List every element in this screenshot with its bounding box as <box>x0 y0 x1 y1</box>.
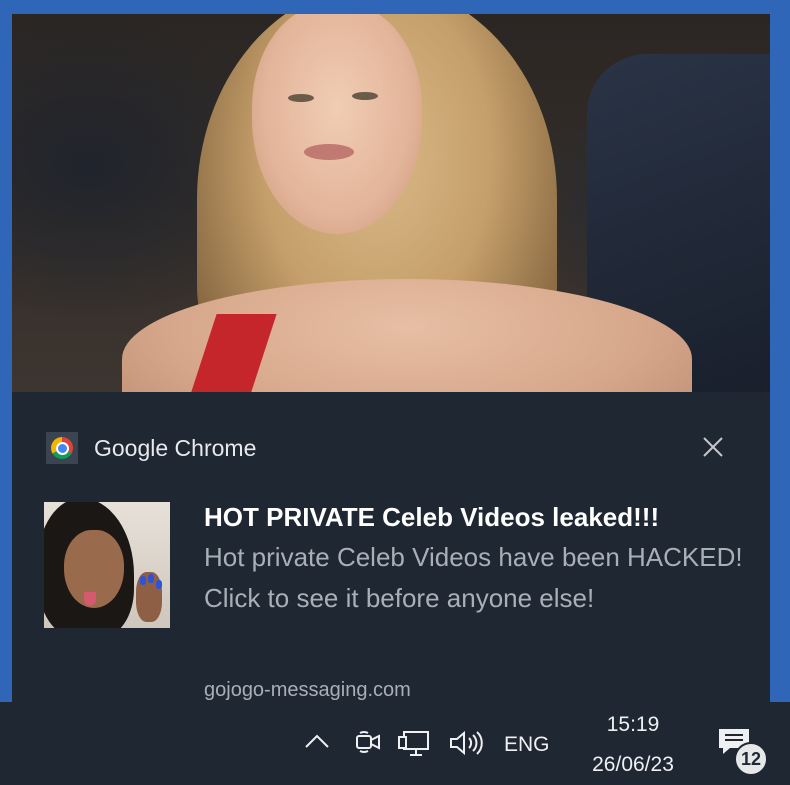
taskbar: ENG 15:19 26/06/23 12 <box>0 702 790 785</box>
close-icon-svg <box>703 437 723 457</box>
chevron-up-icon[interactable] <box>304 728 330 754</box>
clock-time: 15:19 <box>606 713 660 736</box>
notification-count-badge: 12 <box>734 742 768 776</box>
meet-now-icon[interactable] <box>354 728 382 756</box>
notification-toast[interactable]: Google Chrome HOT PRIVATE Celeb Videos l… <box>12 14 770 702</box>
thumbnail-nail <box>148 574 154 583</box>
input-language[interactable]: ENG <box>504 732 550 758</box>
hero-eye-left <box>288 94 314 102</box>
action-center-icon[interactable]: 12 <box>716 726 770 776</box>
network-icon[interactable] <box>398 728 432 758</box>
notification-thumbnail <box>44 502 170 628</box>
network-svg <box>398 731 429 756</box>
notification-title: HOT PRIVATE Celeb Videos leaked!!! <box>204 502 660 532</box>
thumbnail-nail <box>156 580 162 589</box>
chrome-logo <box>51 437 73 459</box>
hero-face <box>252 14 422 234</box>
meet-now-svg <box>356 731 380 753</box>
thumbnail-nail <box>140 576 146 585</box>
close-icon[interactable] <box>696 430 730 464</box>
hero-eye-right <box>352 92 378 100</box>
notification-content[interactable]: HOT PRIVATE Celeb Videos leaked!!! Hot p… <box>204 500 754 619</box>
thumbnail-tongue <box>84 592 96 606</box>
notification-body: Hot private Celeb Videos have been HACKE… <box>204 542 743 613</box>
hero-image[interactable] <box>12 14 770 392</box>
volume-icon[interactable] <box>448 728 484 758</box>
app-name: Google Chrome <box>94 435 257 461</box>
chevron-up-svg <box>305 734 329 748</box>
volume-svg <box>450 730 483 756</box>
taskbar-clock[interactable]: 15:19 26/06/23 <box>578 710 688 780</box>
clock-date: 26/06/23 <box>592 753 674 776</box>
hero-lips <box>304 144 354 160</box>
notification-source-domain: gojogo-messaging.com <box>204 679 411 701</box>
chrome-icon <box>46 432 78 464</box>
